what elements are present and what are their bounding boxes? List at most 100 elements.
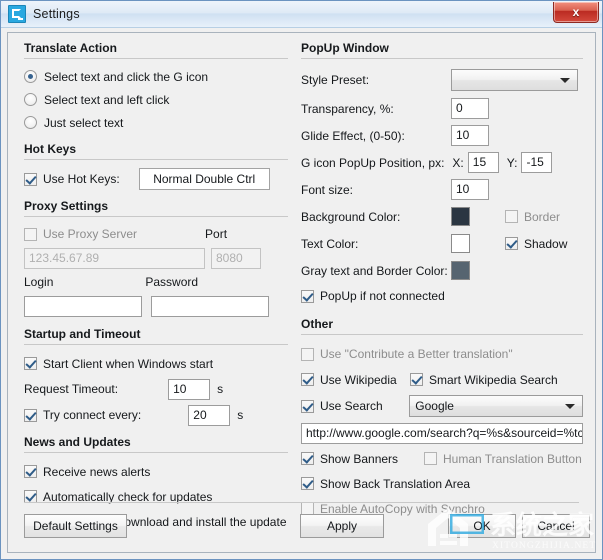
group-other: Other Use "Contribute a Better translati…	[301, 317, 583, 521]
settings-panel: Translate Action Select text and click t…	[7, 32, 596, 553]
label-transparency: Transparency, %:	[301, 101, 394, 116]
chevron-down-icon	[565, 404, 575, 409]
show-banners-row: Show Banners Human Translation Button	[301, 446, 583, 471]
checkbox-use-hot-keys[interactable]	[24, 172, 37, 186]
close-button[interactable]: x	[553, 2, 599, 23]
label-smart-wikipedia-search: Smart Wikipedia Search	[429, 372, 558, 387]
label-glide-effect: Glide Effect, (0-50):	[301, 128, 405, 143]
radio-just-select-text[interactable]	[24, 116, 37, 129]
label-contribute: Use "Contribute a Better translation"	[320, 347, 513, 361]
proxy-toggle-row: Use Proxy Server Port	[24, 223, 288, 245]
gray-color-row: Gray text and Border Color:	[301, 257, 583, 284]
popup-position-x-input[interactable]: 15	[467, 152, 499, 173]
checkbox-show-banners[interactable]	[301, 452, 314, 465]
label-use-hot-keys: Use Hot Keys:	[43, 172, 120, 186]
unit-request-timeout: s	[217, 382, 224, 396]
checkbox-show-back-translation-area[interactable]	[301, 477, 314, 490]
default-settings-button[interactable]: Default Settings	[24, 514, 127, 538]
radio-row-click-g-icon[interactable]: Select text and click the G icon	[24, 65, 288, 88]
radio-row-left-click[interactable]: Select text and left click	[24, 88, 288, 111]
checkbox-shadow[interactable]	[505, 237, 518, 250]
try-connect-row: Try connect every: 20 s	[24, 402, 288, 428]
password-input[interactable]	[151, 295, 269, 317]
divider	[301, 334, 583, 335]
news-item-row: Automatically check for updates	[24, 484, 288, 509]
credentials-fields-row	[24, 293, 288, 319]
group-title-hot-keys: Hot Keys	[24, 142, 77, 156]
label-port: Port	[205, 227, 228, 241]
style-preset-select[interactable]	[451, 69, 578, 91]
search-engine-select[interactable]: Google	[409, 395, 583, 417]
window-title: Settings	[33, 7, 80, 21]
group-title-news: News and Updates	[24, 435, 131, 449]
start-client-row: Start Client when Windows start	[24, 351, 288, 376]
checkbox-use-search[interactable]	[301, 399, 314, 413]
radio-row-just-select[interactable]: Just select text	[24, 111, 288, 134]
radio-select-left-click[interactable]	[24, 93, 37, 106]
left-column: Translate Action Select text and click t…	[24, 41, 288, 534]
apply-button[interactable]: Apply	[300, 514, 384, 538]
login-input[interactable]	[24, 295, 142, 317]
ok-button[interactable]: OK	[448, 514, 516, 538]
contribute-row: Use "Contribute a Better translation"	[301, 341, 583, 367]
label-human-translation-button: Human Translation Button	[443, 451, 582, 466]
news-item-row: Receive news alerts	[24, 459, 288, 484]
chevron-down-icon	[560, 78, 570, 83]
divider	[24, 344, 288, 345]
checkbox-use-wikipedia[interactable]	[301, 373, 314, 386]
style-preset-row: Style Preset:	[301, 65, 583, 95]
group-title-popup-window: PopUp Window	[301, 41, 389, 55]
divider	[24, 452, 288, 453]
label-request-timeout: Request Timeout:	[24, 382, 119, 396]
checkbox-start-client-on-windows-start[interactable]	[24, 357, 37, 370]
radio-label-left-click: Select text and left click	[44, 92, 170, 107]
group-startup-timeout: Startup and Timeout Start Client when Wi…	[24, 327, 288, 428]
group-title-translate-action: Translate Action	[24, 41, 117, 55]
glide-effect-row: Glide Effect, (0-50): 10	[301, 122, 583, 149]
group-title-other: Other	[301, 317, 334, 331]
background-color-swatch[interactable]	[451, 207, 470, 226]
popup-position-y-input[interactable]: -15	[521, 152, 553, 173]
hotkey-combo-button[interactable]: Normal Double Ctrl	[138, 168, 270, 190]
search-url-row: http://www.google.com/search?q=%s&source…	[301, 420, 583, 446]
font-size-input[interactable]: 10	[451, 179, 489, 200]
gray-color-swatch[interactable]	[451, 261, 470, 280]
proxy-fields-row: 123.45.67.89 8080	[24, 245, 288, 271]
try-connect-input[interactable]: 20	[188, 404, 231, 426]
checkbox-receive-news-alerts[interactable]	[24, 465, 37, 478]
checkbox-use-proxy-server[interactable]	[24, 227, 37, 241]
checkbox-smart-wikipedia-search[interactable]	[410, 373, 423, 386]
label-shadow: Shadow	[524, 236, 568, 251]
glide-effect-input[interactable]: 10	[451, 125, 489, 146]
search-url-input[interactable]: http://www.google.com/search?q=%s&source…	[301, 422, 583, 444]
label-receive-news-alerts: Receive news alerts	[43, 464, 151, 479]
title-bar: Settings x	[1, 1, 602, 28]
app-logo-icon	[8, 5, 26, 23]
text-color-swatch[interactable]	[451, 234, 470, 253]
checkbox-use-contribute-better-translation[interactable]	[301, 347, 314, 361]
background-color-row: Background Color: Border	[301, 203, 583, 230]
hot-keys-row: Use Hot Keys: Normal Double Ctrl	[24, 166, 288, 192]
transparency-input[interactable]: 0	[451, 98, 489, 119]
text-color-row: Text Color: Shadow	[301, 230, 583, 257]
checkbox-border[interactable]	[505, 210, 518, 223]
label-start-client: Start Client when Windows start	[43, 356, 214, 371]
proxy-server-input[interactable]: 123.45.67.89	[24, 247, 205, 269]
search-engine-value: Google	[415, 399, 454, 413]
label-background-color: Background Color:	[301, 209, 401, 224]
proxy-port-input[interactable]: 8080	[211, 247, 261, 269]
label-use-search: Use Search	[320, 399, 383, 413]
checkbox-popup-if-not-connected[interactable]	[301, 289, 314, 303]
label-popup-position: G icon PopUp Position, px:	[301, 155, 445, 170]
group-translate-action: Translate Action Select text and click t…	[24, 41, 288, 134]
divider	[24, 159, 288, 160]
group-popup-window: PopUp Window Style Preset: Transparency,…	[301, 41, 583, 308]
checkbox-try-connect-every[interactable]	[24, 408, 37, 422]
cancel-button[interactable]: Cancel	[522, 514, 590, 538]
label-text-color: Text Color:	[301, 236, 359, 251]
request-timeout-input[interactable]: 10	[168, 378, 211, 400]
checkbox-human-translation-button[interactable]	[424, 452, 437, 465]
credentials-labels-row: Login Password	[24, 271, 288, 293]
group-proxy-settings: Proxy Settings Use Proxy Server Port 123…	[24, 199, 288, 319]
radio-select-click-g-icon[interactable]	[24, 70, 37, 83]
